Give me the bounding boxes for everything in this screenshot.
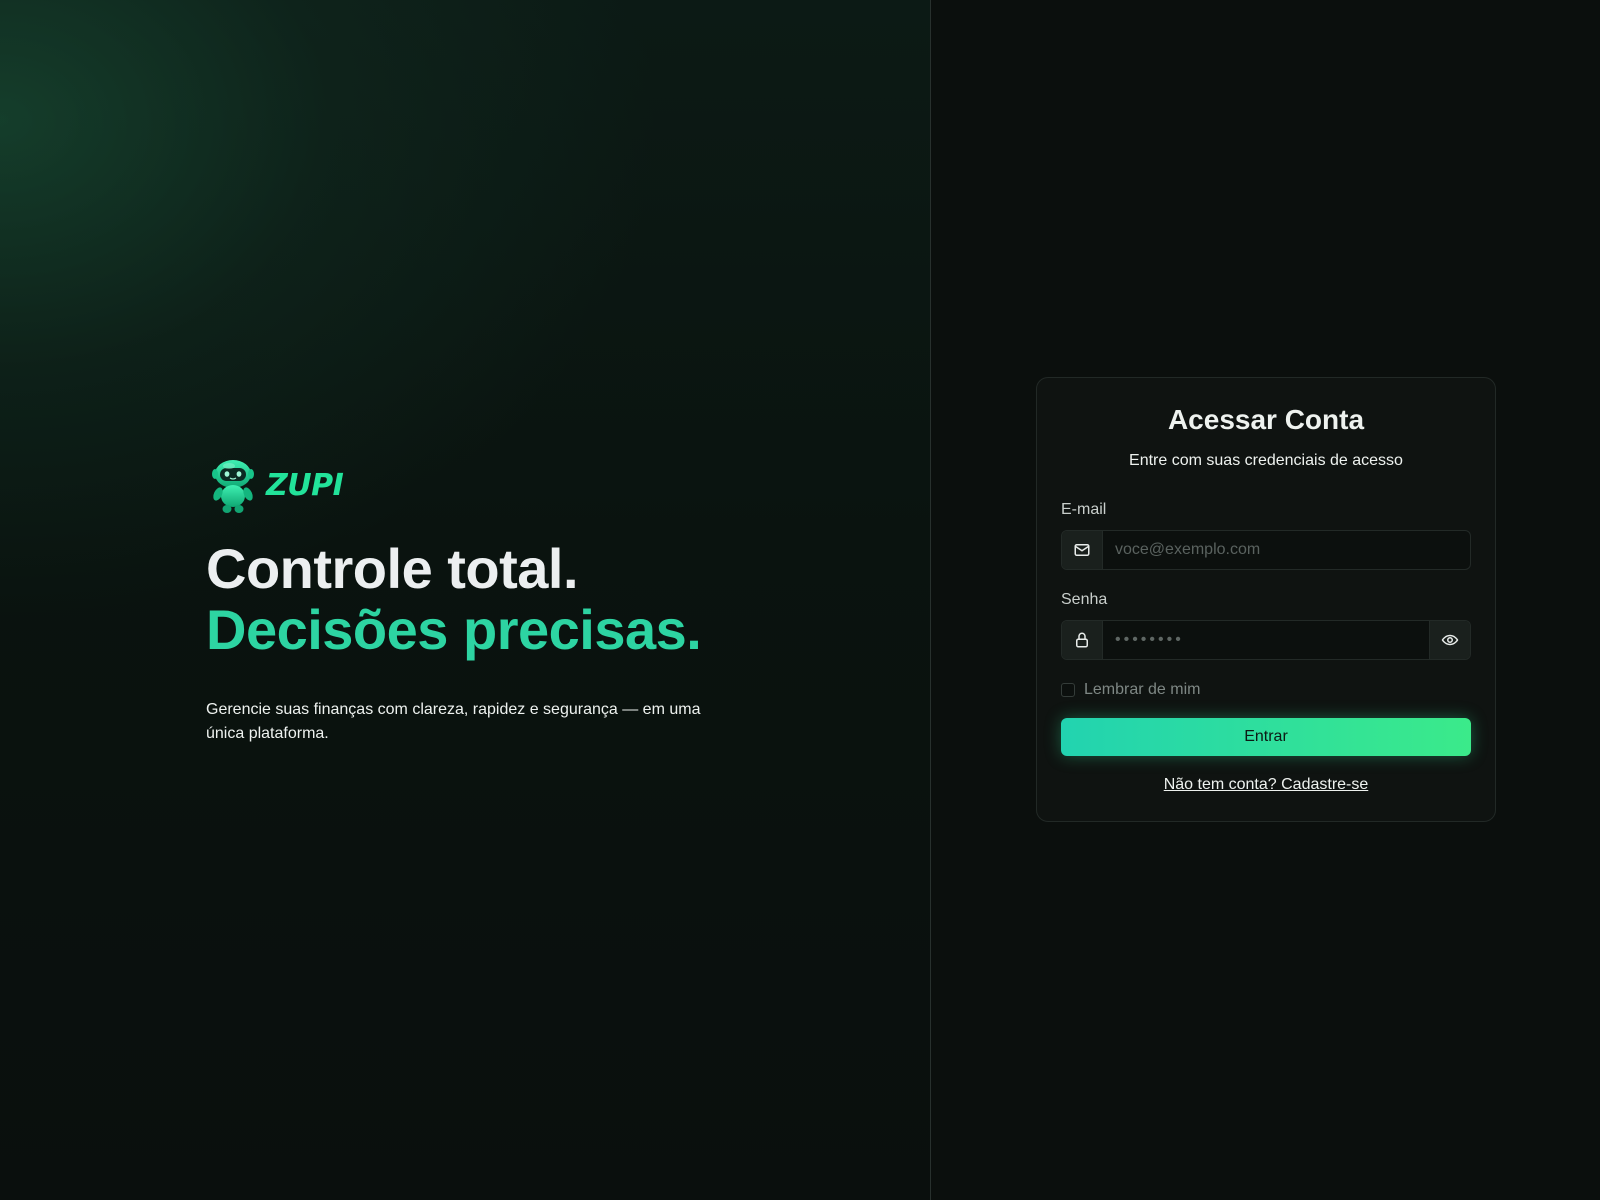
- login-title: Acessar Conta: [1167, 404, 1365, 435]
- login-subtitle: Entre com suas credenciais de acesso: [1129, 452, 1403, 469]
- login-card: Acessar Conta Entre com suas credenciais…: [1036, 377, 1496, 822]
- hero-headline: Controle total. Decisões precisas.: [206, 538, 746, 660]
- remember-me-label[interactable]: Lembrar de mim: [1084, 681, 1200, 699]
- hero-panel: ZUPI Controle total. Decisões precisas. …: [0, 0, 931, 1200]
- email-input-group: [1061, 530, 1471, 570]
- login-button[interactable]: Entrar: [1061, 718, 1471, 756]
- password-label: Senha: [1061, 591, 1108, 608]
- headline-line-1: Controle total.: [206, 537, 579, 600]
- hero-content: ZUPI Controle total. Decisões precisas. …: [206, 458, 746, 762]
- signup-link[interactable]: Não tem conta? Cadastre-se: [1061, 776, 1471, 794]
- email-field[interactable]: [1103, 531, 1470, 569]
- brand-logo: ZUPI: [206, 458, 746, 514]
- eye-icon[interactable]: [1429, 621, 1470, 659]
- remember-me: Lembrar de mim: [1061, 680, 1471, 700]
- auth-panel: Acessar Conta Entre com suas credenciais…: [931, 0, 1600, 1200]
- robot-mascot-icon: [212, 460, 254, 513]
- password-input-group: [1061, 620, 1471, 660]
- brand-name: ZUPI: [266, 468, 344, 503]
- login-page: ZUPI Controle total. Decisões precisas. …: [0, 0, 1600, 1200]
- hero-subtitle: Gerencie suas finanças com clareza, rapi…: [206, 700, 701, 742]
- mail-icon: [1062, 531, 1103, 569]
- headline-line-2: Decisões precisas.: [206, 598, 702, 661]
- remember-me-checkbox[interactable]: [1061, 683, 1075, 697]
- lock-icon: [1062, 621, 1103, 659]
- password-field[interactable]: [1103, 621, 1429, 659]
- email-label: E-mail: [1061, 501, 1107, 518]
